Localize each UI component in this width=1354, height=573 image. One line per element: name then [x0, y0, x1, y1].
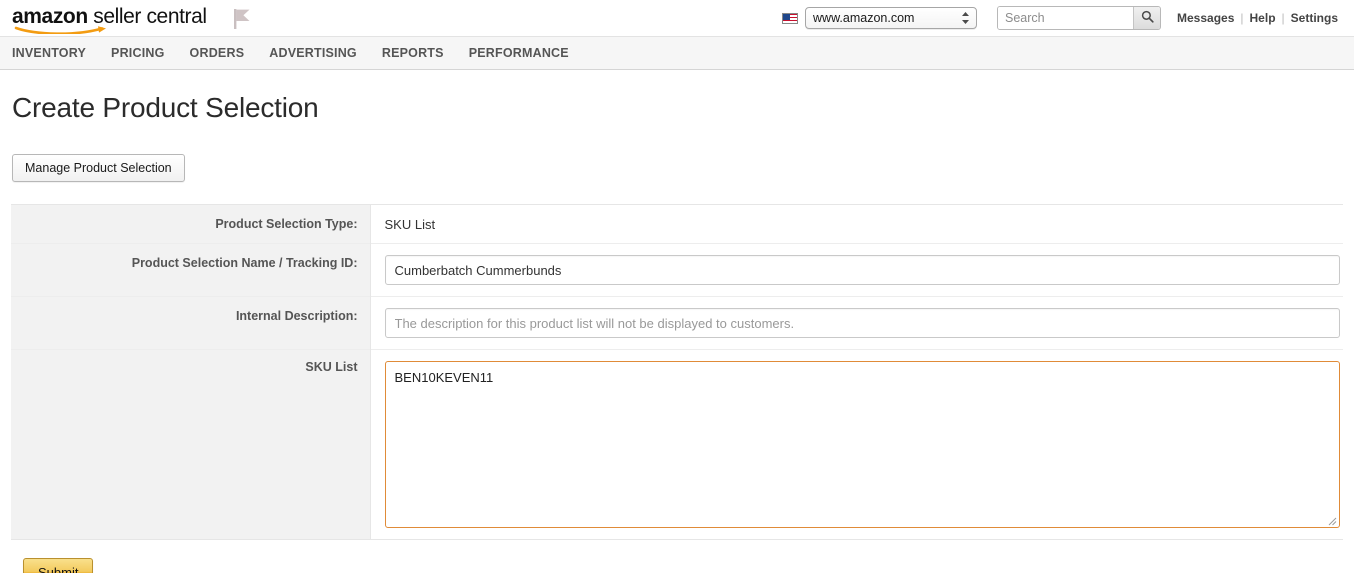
search-icon — [1141, 10, 1154, 26]
value-product-selection-type: SKU List — [385, 216, 1344, 232]
top-header: amazon seller central www.amazon.com — [0, 0, 1354, 36]
search-input[interactable] — [998, 7, 1133, 29]
nav-item-orders[interactable]: ORDERS — [190, 46, 258, 60]
marketplace-select-value: www.amazon.com — [813, 11, 914, 25]
submit-button[interactable]: Submit — [23, 558, 93, 573]
internal-description-input[interactable] — [385, 308, 1340, 338]
search-button[interactable] — [1133, 7, 1160, 29]
header-right-controls: www.amazon.com Messages | — [782, 6, 1344, 30]
marketplace-select[interactable]: www.amazon.com — [805, 7, 977, 29]
help-link[interactable]: Help — [1244, 11, 1282, 25]
label-product-selection-name: Product Selection Name / Tracking ID: — [11, 244, 370, 297]
sku-list-textarea[interactable] — [385, 361, 1340, 528]
nav-item-advertising[interactable]: ADVERTISING — [269, 46, 370, 60]
product-selection-name-input[interactable] — [385, 255, 1340, 285]
us-flag-icon — [782, 13, 798, 24]
table-row-selection-type: Product Selection Type: SKU List — [11, 205, 1343, 244]
search-box[interactable] — [997, 6, 1161, 30]
nav-item-inventory[interactable]: INVENTORY — [12, 46, 99, 60]
table-row-internal-description: Internal Description: — [11, 297, 1343, 350]
table-row-selection-name: Product Selection Name / Tracking ID: — [11, 244, 1343, 297]
manage-product-selection-button[interactable]: Manage Product Selection — [12, 154, 185, 182]
amazon-swoosh-icon — [14, 23, 122, 34]
flag-icon[interactable] — [233, 8, 253, 30]
nav-item-performance[interactable]: PERFORMANCE — [469, 46, 582, 60]
settings-link[interactable]: Settings — [1285, 11, 1344, 25]
main-navigation: INVENTORY PRICING ORDERS ADVERTISING REP… — [0, 36, 1354, 70]
label-product-selection-type: Product Selection Type: — [11, 205, 370, 244]
page-content: Create Product Selection Manage Product … — [0, 92, 1354, 573]
nav-item-reports[interactable]: REPORTS — [382, 46, 457, 60]
page-title: Create Product Selection — [12, 92, 1343, 124]
header-links: Messages | Help | Settings — [1171, 11, 1344, 25]
sku-list-field-wrapper — [385, 361, 1340, 528]
chevron-updown-icon — [961, 11, 970, 25]
messages-link[interactable]: Messages — [1171, 11, 1240, 25]
label-internal-description: Internal Description: — [11, 297, 370, 350]
amazon-seller-central-logo[interactable]: amazon seller central — [12, 3, 207, 33]
product-selection-form: Product Selection Type: SKU List Product… — [11, 204, 1343, 540]
nav-item-pricing[interactable]: PRICING — [111, 46, 178, 60]
label-sku-list: SKU List — [11, 350, 370, 540]
table-row-sku-list: SKU List — [11, 350, 1343, 540]
